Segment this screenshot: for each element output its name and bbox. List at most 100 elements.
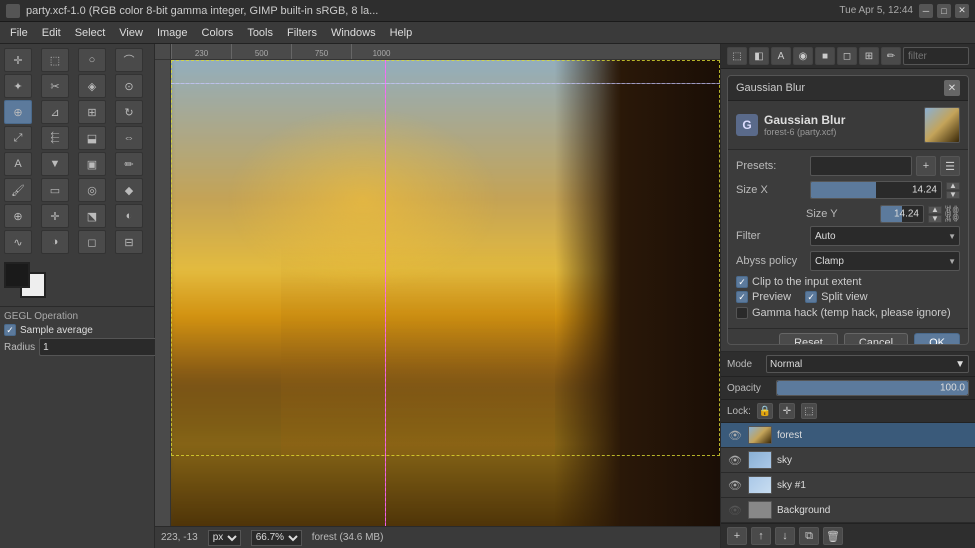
tool-ink[interactable]: ◆ — [115, 178, 143, 202]
tool-zoom[interactable]: ⊕ — [4, 100, 32, 124]
tool-shear[interactable]: ⬱ — [41, 126, 69, 150]
maximize-button[interactable]: □ — [937, 4, 951, 18]
reset-button[interactable]: Reset — [779, 333, 838, 345]
tool-foreground-select[interactable]: ◈ — [78, 74, 106, 98]
tool-scissors[interactable]: ✂ — [41, 74, 69, 98]
tool-measure[interactable]: ⊿ — [41, 100, 69, 124]
tool-clone[interactable]: ⊕ — [4, 204, 32, 228]
preview-checkbox[interactable]: ✓ — [736, 291, 748, 303]
tool-paintbrush[interactable]: 🖌 — [4, 178, 32, 202]
presets-select[interactable] — [810, 156, 912, 176]
tool-align[interactable]: ⊟ — [115, 230, 143, 254]
tool-bucket[interactable]: ▼ — [41, 152, 69, 176]
tool-scale[interactable]: ⤢ — [4, 126, 32, 150]
canvas-image[interactable] — [171, 60, 720, 526]
layer-visibility-sky[interactable]: 👁 — [727, 452, 743, 468]
tool-text[interactable]: A — [4, 152, 32, 176]
presets-menu-button[interactable]: ☰ — [940, 156, 960, 176]
filter-input[interactable] — [903, 47, 969, 65]
tool-rect-select[interactable]: ⬚ — [41, 48, 69, 72]
menu-image[interactable]: Image — [151, 25, 194, 41]
tool-heal[interactable]: ✛ — [41, 204, 69, 228]
chain-link-icon[interactable]: ⛓ — [944, 204, 960, 224]
clip-input-checkbox[interactable]: ✓ — [736, 276, 748, 288]
tool-paths[interactable]: ◻ — [78, 230, 106, 254]
rt-icon-7[interactable]: ⊞ — [859, 47, 879, 65]
size-x-down[interactable]: ▼ — [946, 191, 960, 199]
gamma-hack-checkbox[interactable] — [736, 307, 748, 319]
ok-button[interactable]: OK — [914, 333, 960, 345]
layer-item-forest[interactable]: 👁 forest — [721, 423, 975, 448]
abyss-select[interactable]: Clamp — [810, 251, 960, 271]
menu-select[interactable]: Select — [69, 25, 112, 41]
layer-duplicate-button[interactable]: ⧉ — [799, 527, 819, 545]
tool-smudge[interactable]: ∿ — [4, 230, 32, 254]
dialog-close-button[interactable]: ✕ — [944, 80, 960, 96]
menu-windows[interactable]: Windows — [325, 25, 382, 41]
tool-eraser[interactable]: ▭ — [41, 178, 69, 202]
layer-lower-button[interactable]: ↓ — [775, 527, 795, 545]
tool-crop[interactable]: ⊞ — [78, 100, 106, 124]
tool-ellipse-select[interactable]: ○ — [78, 48, 106, 72]
layer-item-sky1[interactable]: 👁 sky #1 — [721, 473, 975, 498]
preview-label[interactable]: ✓ Preview — [736, 291, 791, 303]
rt-icon-5[interactable]: ■ — [815, 47, 835, 65]
rt-icon-1[interactable]: ⬚ — [727, 47, 747, 65]
tool-blend[interactable]: ▣ — [78, 152, 106, 176]
split-view-label[interactable]: ✓ Split view — [805, 291, 867, 303]
layer-raise-button[interactable]: ↑ — [751, 527, 771, 545]
clip-input-label[interactable]: ✓ Clip to the input extent — [736, 276, 960, 288]
unit-select[interactable]: px — [208, 530, 241, 546]
menu-help[interactable]: Help — [384, 25, 419, 41]
size-y-down[interactable]: ▼ — [928, 215, 942, 223]
close-button[interactable]: ✕ — [955, 4, 969, 18]
split-view-checkbox[interactable]: ✓ — [805, 291, 817, 303]
size-y-slider[interactable]: 14.24 — [880, 205, 924, 223]
minimize-button[interactable]: ─ — [919, 4, 933, 18]
tool-flip[interactable]: ⇔ — [115, 126, 143, 150]
layers-mode-select[interactable]: Normal ▼ — [766, 355, 969, 373]
menu-filters[interactable]: Filters — [281, 25, 323, 41]
tool-perspective[interactable]: ⬓ — [78, 126, 106, 150]
menu-file[interactable]: File — [4, 25, 34, 41]
tool-fuzzy-select[interactable]: ✦ — [4, 74, 32, 98]
zoom-select[interactable]: 66.7% — [251, 530, 302, 546]
tool-perspective-clone[interactable]: ⬔ — [78, 204, 106, 228]
layer-new-button[interactable]: + — [727, 527, 747, 545]
layer-item-sky[interactable]: 👁 sky — [721, 448, 975, 473]
tool-blur-sharpen[interactable]: ◐ — [115, 204, 143, 228]
opacity-slider[interactable]: 100.0 — [776, 380, 969, 396]
lock-position-button[interactable]: ✛ — [779, 403, 795, 419]
foreground-color-swatch[interactable] — [4, 262, 30, 288]
menu-view[interactable]: View — [113, 25, 149, 41]
size-x-slider[interactable]: 14.24 — [810, 181, 942, 199]
filter-select[interactable]: Auto — [810, 226, 960, 246]
presets-add-button[interactable]: + — [916, 156, 936, 176]
rt-icon-6[interactable]: ◻ — [837, 47, 857, 65]
size-y-up[interactable]: ▲ — [928, 206, 942, 214]
tool-free-select[interactable]: ⌒ — [115, 48, 143, 72]
rt-icon-8[interactable]: ✏ — [881, 47, 901, 65]
layer-visibility-background[interactable]: 👁 — [727, 502, 743, 518]
layer-visibility-sky1[interactable]: 👁 — [727, 477, 743, 493]
tool-rotate[interactable]: ↻ — [115, 100, 143, 124]
tool-color-picker[interactable]: ⊙ — [115, 74, 143, 98]
sample-average-checkbox[interactable]: ✓ — [4, 324, 16, 336]
menu-colors[interactable]: Colors — [196, 25, 240, 41]
cancel-button[interactable]: Cancel — [844, 333, 908, 345]
tool-move[interactable]: ✛ — [4, 48, 32, 72]
menu-tools[interactable]: Tools — [241, 25, 279, 41]
rt-icon-3[interactable]: A — [771, 47, 791, 65]
gamma-hack-label[interactable]: Gamma hack (temp hack, please ignore) — [736, 307, 960, 319]
layer-item-background[interactable]: 👁 Background — [721, 498, 975, 523]
menu-edit[interactable]: Edit — [36, 25, 67, 41]
lock-alpha-button[interactable]: ⬚ — [801, 403, 817, 419]
layer-delete-button[interactable]: 🗑 — [823, 527, 843, 545]
lock-pixels-button[interactable]: 🔒 — [757, 403, 773, 419]
tool-pencil[interactable]: ✏ — [115, 152, 143, 176]
rt-icon-4[interactable]: ◉ — [793, 47, 813, 65]
tool-dodge-burn[interactable]: ◑ — [41, 230, 69, 254]
rt-icon-2[interactable]: ◧ — [749, 47, 769, 65]
layer-visibility-forest[interactable]: 👁 — [727, 427, 743, 443]
tool-airbrush[interactable]: ◎ — [78, 178, 106, 202]
